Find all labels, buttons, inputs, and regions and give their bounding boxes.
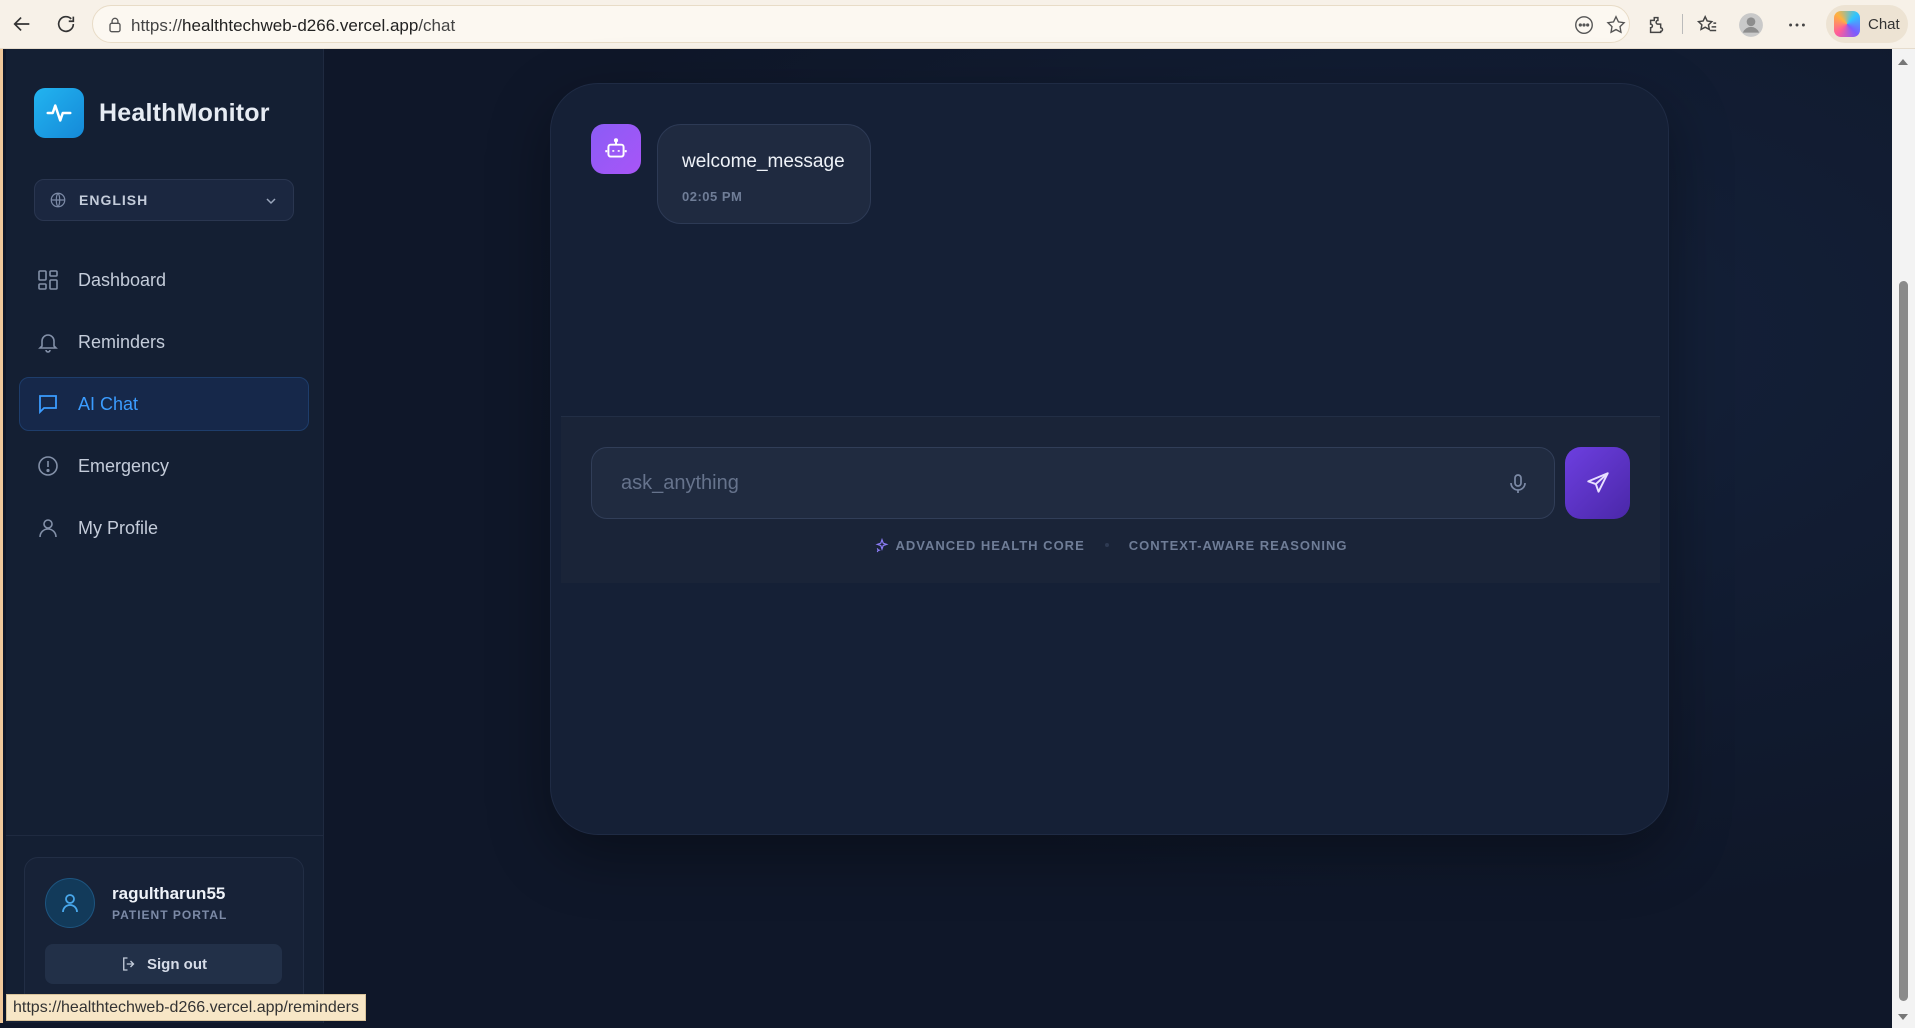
copilot-chat-button[interactable]: Chat: [1826, 5, 1908, 43]
logout-icon: [123, 957, 135, 971]
url-domain: healthtechweb-d266.vercel.app: [182, 16, 419, 35]
url-path: /chat: [418, 16, 456, 35]
arrow-left-icon: [13, 16, 30, 32]
sidebar-divider: [6, 835, 324, 836]
user-card: ragultharun55 PATIENT PORTAL Sign out: [24, 857, 304, 1007]
user-icon: [62, 894, 78, 913]
favorites-icon[interactable]: [1694, 12, 1720, 38]
reader-icon[interactable]: [1573, 14, 1595, 36]
user-name: ragultharun55: [112, 884, 226, 903]
message-bubble: welcome_message 02:05 PM: [657, 124, 871, 224]
user-icon: [35, 515, 61, 541]
url-prefix: https://: [131, 16, 183, 35]
sidebar: HealthMonitor ENGLISH Dashboard Reminder…: [6, 49, 324, 1023]
scrollbar[interactable]: [1892, 49, 1915, 1028]
brand-name: HealthMonitor: [99, 98, 270, 127]
sidebar-item-label: My Profile: [78, 517, 159, 538]
scroll-thumb[interactable]: [1899, 281, 1908, 1001]
sign-out-button[interactable]: Sign out: [45, 944, 282, 984]
sidebar-item-reminders[interactable]: Reminders: [19, 315, 309, 369]
dashboard-icon: [35, 267, 61, 293]
feature-separator: [1104, 543, 1109, 547]
message-text: welcome_message: [682, 151, 845, 172]
scroll-down-icon[interactable]: [1898, 1014, 1908, 1020]
feature-tags: ADVANCED HEALTH CORE CONTEXT-AWARE REASO…: [561, 537, 1660, 553]
feature-tag: ADVANCED HEALTH CORE: [874, 537, 1085, 553]
avatar[interactable]: [45, 878, 95, 928]
mic-button[interactable]: [1504, 470, 1532, 498]
alert-icon: [35, 453, 61, 479]
profile-icon[interactable]: [1738, 12, 1764, 38]
chat-input-box: [591, 447, 1555, 519]
sparkles-icon: [874, 537, 889, 553]
sidebar-item-label: Reminders: [78, 331, 166, 352]
more-options-icon[interactable]: [1784, 12, 1810, 38]
feature-label: CONTEXT-AWARE REASONING: [1128, 537, 1348, 553]
brand[interactable]: HealthMonitor: [34, 88, 270, 138]
microphone-icon: [1510, 474, 1526, 493]
copilot-label: Chat: [1868, 15, 1900, 33]
sidebar-item-my-profile[interactable]: My Profile: [19, 501, 309, 555]
send-icon: [1586, 472, 1609, 493]
page: HealthMonitor ENGLISH Dashboard Reminder…: [0, 49, 1895, 1023]
sidebar-nav: Dashboard Reminders AI Chat Emergency My…: [19, 253, 309, 563]
main-content: welcome_message 02:05 PM ADVANCED HEALT: [325, 49, 1895, 1023]
sidebar-item-ai-chat[interactable]: AI Chat: [19, 377, 309, 431]
extensions-icon[interactable]: [1644, 12, 1670, 38]
copilot-icon: [1834, 11, 1860, 37]
send-button[interactable]: [1565, 447, 1630, 519]
user-role: PATIENT PORTAL: [112, 908, 228, 922]
feature-tag: CONTEXT-AWARE REASONING: [1129, 538, 1348, 553]
status-bar-url: https://healthtechweb-d266.vercel.app/re…: [6, 994, 366, 1021]
star-icon[interactable]: [1605, 14, 1627, 36]
chat-input[interactable]: [592, 448, 1492, 518]
chevron-down-icon: [266, 198, 276, 205]
url-text: https://healthtechweb-d266.vercel.app/ch…: [131, 16, 455, 36]
bell-icon: [35, 329, 61, 355]
feature-label: ADVANCED HEALTH CORE: [895, 537, 1085, 553]
chat-composer: ADVANCED HEALTH CORE CONTEXT-AWARE REASO…: [561, 416, 1660, 583]
chat-icon: [35, 391, 61, 417]
sidebar-item-dashboard[interactable]: Dashboard: [19, 253, 309, 307]
language-select[interactable]: ENGLISH: [34, 179, 294, 221]
bot-icon: [605, 138, 627, 158]
chat-panel: welcome_message 02:05 PM ADVANCED HEALT: [550, 83, 1669, 835]
bot-avatar: [591, 124, 641, 174]
globe-icon: [50, 192, 66, 208]
sidebar-item-label: Emergency: [78, 455, 170, 476]
sign-out-label: Sign out: [147, 955, 207, 973]
message-time: 02:05 PM: [682, 189, 743, 204]
toolbar-divider: [1682, 14, 1683, 34]
reload-button[interactable]: [50, 8, 82, 40]
address-bar[interactable]: https://healthtechweb-d266.vercel.app/ch…: [92, 5, 1630, 43]
browser-toolbar: https://healthtechweb-d266.vercel.app/ch…: [0, 0, 1915, 49]
sidebar-item-emergency[interactable]: Emergency: [19, 439, 309, 493]
language-label: ENGLISH: [79, 192, 149, 208]
scroll-up-icon[interactable]: [1898, 59, 1908, 65]
pulse-icon: [34, 88, 84, 138]
reload-icon: [57, 15, 75, 33]
lock-icon: [109, 17, 121, 33]
sidebar-item-label: AI Chat: [78, 393, 139, 414]
back-button[interactable]: [6, 8, 38, 40]
sidebar-item-label: Dashboard: [78, 269, 167, 290]
